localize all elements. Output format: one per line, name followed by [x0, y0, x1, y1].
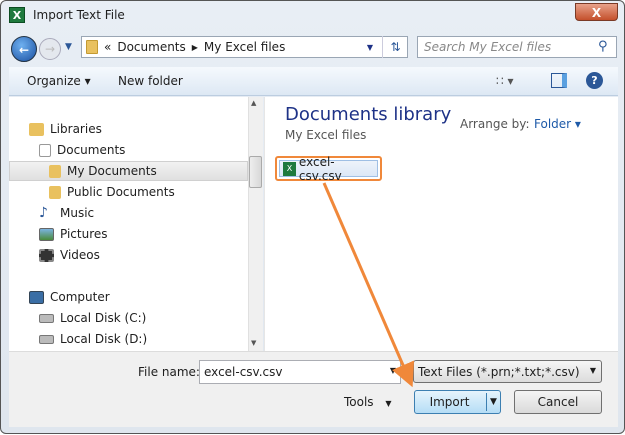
- import-dialog: X Import Text File X ← → ▼ « Documents ▶…: [0, 0, 625, 434]
- annotation-arrow: [322, 182, 415, 388]
- arrow-line: [322, 182, 415, 388]
